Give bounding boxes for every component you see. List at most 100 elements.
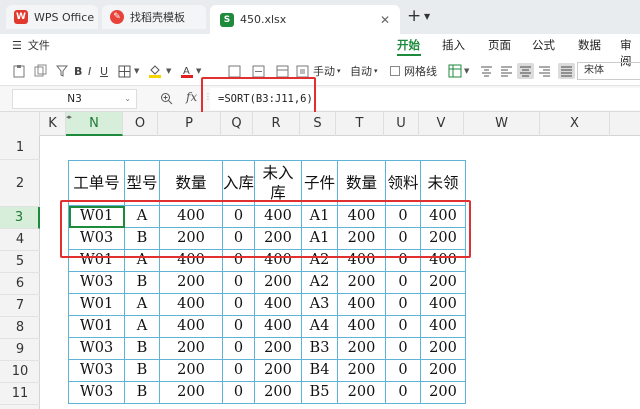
justify-icon[interactable] bbox=[558, 63, 575, 79]
table-cell[interactable]: A3 bbox=[301, 293, 338, 316]
font-color-icon[interactable]: A bbox=[180, 63, 194, 79]
align-right-icon[interactable] bbox=[538, 63, 551, 79]
table-cell[interactable]: 0 bbox=[385, 381, 421, 404]
table-cell[interactable]: 0 bbox=[385, 271, 421, 294]
tab-wps-office[interactable]: W WPS Office bbox=[6, 5, 98, 29]
table-cell[interactable]: 200 bbox=[254, 271, 302, 294]
table-cell[interactable]: B bbox=[124, 381, 160, 404]
table-cell[interactable]: B5 bbox=[301, 381, 338, 404]
close-tab-icon[interactable]: ✕ bbox=[380, 13, 390, 27]
header-cell[interactable]: 未入库 bbox=[254, 160, 302, 206]
table-cell[interactable]: 400 bbox=[254, 315, 302, 338]
table-cell[interactable]: B bbox=[124, 271, 160, 294]
table-cell[interactable]: A bbox=[124, 293, 160, 316]
table-cell[interactable]: 0 bbox=[385, 315, 421, 338]
auto-calc-dropdown[interactable]: 自动 ▾ bbox=[350, 63, 378, 79]
table-cell[interactable]: 400 bbox=[420, 293, 466, 316]
column-header-u[interactable]: U bbox=[384, 112, 419, 136]
chevron-down-icon[interactable]: ▼ bbox=[134, 63, 139, 79]
table-cell[interactable]: 0 bbox=[385, 337, 421, 360]
column-header-r[interactable]: R bbox=[253, 112, 300, 136]
row-header-10[interactable]: 10 bbox=[0, 361, 40, 383]
header-cell[interactable]: 领料 bbox=[385, 160, 421, 206]
table-cell[interactable]: W01 bbox=[68, 293, 125, 316]
row-header-7[interactable]: 7 bbox=[0, 295, 40, 317]
row-header-3[interactable]: 3 bbox=[0, 207, 40, 229]
ribbon-tab-page[interactable]: 页面 bbox=[488, 37, 511, 53]
column-header-w[interactable]: W bbox=[464, 112, 540, 136]
manual-calc-dropdown[interactable]: 手动 ▾ bbox=[313, 63, 341, 79]
table-cell[interactable]: 200 bbox=[159, 359, 223, 382]
table-cell[interactable]: 0 bbox=[385, 293, 421, 316]
column-header-t[interactable]: T bbox=[336, 112, 384, 136]
table-cell[interactable]: 200 bbox=[159, 271, 223, 294]
row-header-6[interactable]: 6 bbox=[0, 273, 40, 295]
table-cell[interactable]: 0 bbox=[222, 271, 255, 294]
table-cell[interactable]: 400 bbox=[420, 315, 466, 338]
border-icon[interactable] bbox=[118, 63, 131, 79]
table-cell[interactable]: A bbox=[124, 315, 160, 338]
table-cell[interactable]: 200 bbox=[420, 337, 466, 360]
fill-color-icon[interactable] bbox=[148, 63, 162, 79]
zoom-magnifier-icon[interactable] bbox=[160, 92, 173, 108]
row-header-11[interactable]: 11 bbox=[0, 383, 40, 405]
table-cell[interactable]: W03 bbox=[68, 337, 125, 360]
table-cell[interactable]: 0 bbox=[222, 315, 255, 338]
table-cell[interactable]: W03 bbox=[68, 359, 125, 382]
header-cell[interactable]: 型号 bbox=[124, 160, 160, 206]
table-cell[interactable]: W03 bbox=[68, 271, 125, 294]
row-header-9[interactable]: 9 bbox=[0, 339, 40, 361]
column-header-s[interactable]: S bbox=[300, 112, 336, 136]
bold-icon[interactable]: B bbox=[74, 63, 82, 79]
column-header-x[interactable]: X bbox=[540, 112, 610, 136]
table-cell[interactable]: 0 bbox=[385, 359, 421, 382]
table-cell[interactable]: 0 bbox=[222, 337, 255, 360]
file-menu[interactable]: ☰ 文件 bbox=[12, 37, 50, 53]
column-header-k[interactable]: K bbox=[40, 112, 66, 136]
name-box[interactable]: N3 ⌄ bbox=[12, 89, 137, 109]
paste-icon[interactable] bbox=[12, 63, 26, 79]
table-cell[interactable]: 400 bbox=[159, 293, 223, 316]
ribbon-tab-data[interactable]: 数据 bbox=[578, 37, 601, 53]
new-tab-plus-icon[interactable]: + bbox=[407, 6, 421, 26]
table-cell[interactable]: 0 bbox=[222, 381, 255, 404]
tab-spreadsheet-file[interactable]: S 450.xlsx ✕ bbox=[210, 5, 400, 34]
hidden-columns-marker-icon[interactable]: ◂▸ bbox=[66, 113, 72, 121]
table-cell[interactable]: 200 bbox=[337, 337, 386, 360]
copy-format-icon[interactable] bbox=[34, 63, 48, 79]
table-cell[interactable]: 200 bbox=[254, 359, 302, 382]
column-header-q[interactable]: Q bbox=[221, 112, 253, 136]
column-header-o[interactable]: O bbox=[123, 112, 158, 136]
table-cell[interactable]: W03 bbox=[68, 381, 125, 404]
table-cell[interactable]: A2 bbox=[301, 271, 338, 294]
italic-icon[interactable]: I bbox=[88, 63, 91, 79]
table-cell[interactable]: 200 bbox=[337, 381, 386, 404]
table-cell[interactable]: 200 bbox=[420, 359, 466, 382]
table-cell[interactable]: 400 bbox=[337, 293, 386, 316]
row-header-1[interactable]: 1 bbox=[0, 136, 40, 160]
header-cell[interactable]: 数量 bbox=[337, 160, 386, 206]
table-cell[interactable]: 200 bbox=[420, 381, 466, 404]
table-cell[interactable]: 200 bbox=[254, 337, 302, 360]
ribbon-tab-formula[interactable]: 公式 bbox=[532, 37, 555, 53]
column-header-v[interactable]: V bbox=[419, 112, 464, 136]
table-cell[interactable]: B4 bbox=[301, 359, 338, 382]
table-cell[interactable]: 200 bbox=[159, 381, 223, 404]
table-cell[interactable]: B bbox=[124, 337, 160, 360]
filter-icon[interactable] bbox=[56, 63, 68, 79]
row-header-4[interactable]: 4 bbox=[0, 229, 40, 251]
align-top-icon[interactable] bbox=[480, 63, 493, 79]
row-header-5[interactable]: 5 bbox=[0, 251, 40, 273]
font-name-select[interactable]: 宋体 bbox=[577, 62, 640, 80]
table-cell[interactable]: 200 bbox=[159, 337, 223, 360]
table-cell[interactable]: 200 bbox=[254, 381, 302, 404]
table-cell[interactable]: 400 bbox=[254, 293, 302, 316]
fx-icon[interactable]: fx bbox=[186, 90, 197, 104]
table-cell[interactable]: 200 bbox=[420, 271, 466, 294]
table-cell[interactable]: 0 bbox=[222, 293, 255, 316]
table-cell[interactable]: B bbox=[124, 359, 160, 382]
gridlines-checkbox[interactable]: 网格线 bbox=[390, 63, 437, 79]
table-style-icon[interactable] bbox=[448, 63, 462, 79]
chevron-down-icon[interactable]: ▼ bbox=[464, 63, 469, 79]
select-all-corner[interactable] bbox=[0, 112, 40, 136]
